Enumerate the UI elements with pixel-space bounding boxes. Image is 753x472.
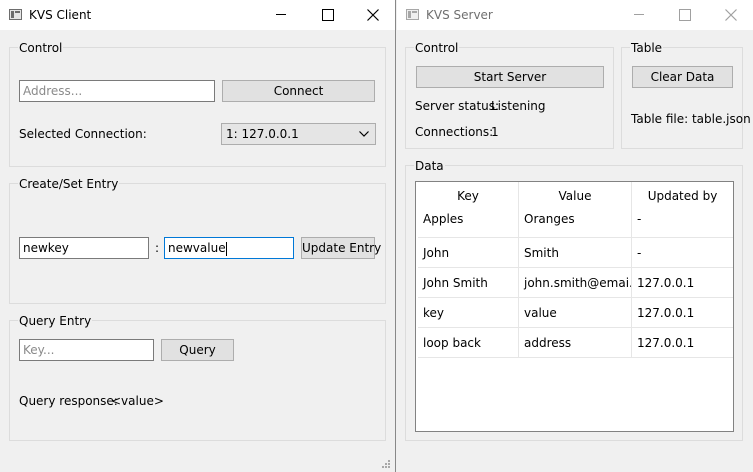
query-response-label: Query response: [19,394,118,408]
client-title-bar[interactable]: KVS Client [0,0,395,30]
connection-select-value: 1: 127.0.0.1 [226,127,299,141]
connect-button[interactable]: Connect [222,80,375,102]
cell-key: Apples [423,212,464,226]
minimize-button[interactable] [258,0,304,30]
table-row[interactable]: Apples Oranges - [418,208,733,238]
table-group-title: Table [630,41,664,55]
close-icon [725,9,737,21]
query-entry-title: Query Entry [18,314,93,328]
connection-select[interactable]: 1: 127.0.0.1 [221,123,376,145]
server-control-title: Control [414,41,460,55]
maximize-button[interactable] [661,0,707,30]
server-title-bar[interactable]: KVS Server [397,0,753,30]
cell-value: john.smith@emai... [524,276,632,290]
cell-updated-by: 127.0.0.1 [637,276,695,290]
resize-grip-icon[interactable] [382,460,391,469]
server-window-title: KVS Server [426,8,493,22]
cell-updated-by: 127.0.0.1 [637,306,695,320]
cell-updated-by: 127.0.0.1 [637,336,695,350]
client-control-title: Control [18,41,64,55]
start-server-button[interactable]: Start Server [416,66,604,88]
cell-updated-by: - [637,246,642,260]
create-set-entry-title: Create/Set Entry [18,177,120,191]
table-row[interactable]: John Smith john.smith@emai... 127.0.0.1 [418,268,733,298]
table-row[interactable]: John Smith - [418,238,733,268]
entry-key-input[interactable]: newkey [19,237,149,259]
cell-key: John Smith [423,276,488,290]
connections-label: Connections: [415,125,494,139]
entry-value-text: newvalue [168,241,226,255]
cell-value: Oranges [524,212,575,226]
address-input[interactable]: Address... [19,80,215,102]
table-row[interactable]: loop back address 127.0.0.1 [418,328,733,358]
chevron-down-icon [359,131,369,137]
cell-updated-by: - [637,212,642,226]
app-window-icon [406,9,419,20]
close-button[interactable] [350,0,395,30]
key-value-separator: : [155,241,160,255]
app-window-icon [9,9,22,20]
update-entry-button[interactable]: Update Entry [301,237,381,259]
entry-value-input[interactable]: newvalue [164,237,294,259]
kvs-client-window: KVS Client Control Address... Connect Se… [0,0,396,472]
text-caret [225,241,227,256]
cell-key: John [423,246,450,260]
maximize-button[interactable] [304,0,350,30]
query-key-input[interactable]: Key... [19,339,154,361]
data-group-title: Data [414,159,445,173]
close-icon [367,9,379,21]
server-status-value: Listening [491,99,546,113]
connections-value: 1 [491,125,499,139]
minimize-button[interactable] [616,0,662,30]
selected-connection-label: Selected Connection: [19,127,147,141]
clear-data-button[interactable]: Clear Data [632,66,733,88]
client-window-title: KVS Client [29,8,92,22]
close-button[interactable] [708,0,753,30]
data-table[interactable]: Key Value Updated by Apples Oranges - Jo… [415,181,734,432]
table-row[interactable]: key value 127.0.0.1 [418,298,733,328]
cell-value: address [524,336,572,350]
client-control-group: Control [9,41,386,167]
table-file-label: Table file: table.json [631,112,751,126]
query-response-value: <value> [111,394,164,408]
query-button[interactable]: Query [161,339,234,361]
cell-value: value [524,306,557,320]
server-status-label: Server status: [415,99,500,113]
cell-key: key [423,306,445,320]
cell-key: loop back [423,336,481,350]
table-group: Table [621,41,743,149]
cell-value: Smith [524,246,559,260]
